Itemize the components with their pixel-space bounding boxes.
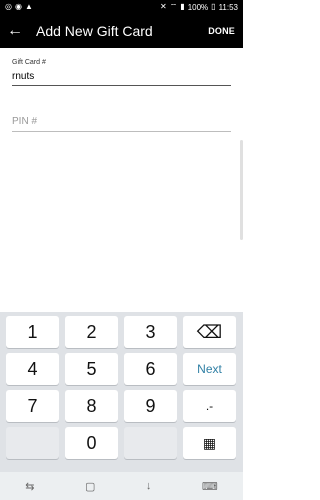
key-3[interactable]: 3: [124, 316, 177, 348]
keyboard-hide-icon[interactable]: ⌨: [202, 480, 218, 493]
blank-key-right[interactable]: [124, 427, 177, 459]
alert-icon: ◉: [14, 2, 22, 11]
key-4[interactable]: 4: [6, 353, 59, 385]
next-key[interactable]: Next: [183, 353, 236, 385]
wifi-icon: ⌔: [169, 2, 178, 11]
back-arrow-icon[interactable]: ←: [0, 14, 30, 48]
home-icon[interactable]: ▢: [85, 480, 95, 493]
keyboard-icon: ▦: [202, 434, 217, 451]
signal-icon: ▮: [180, 2, 185, 11]
warning-icon: ▲: [24, 2, 33, 11]
page-title: Add New Gift Card: [36, 23, 153, 39]
key-6[interactable]: 6: [124, 353, 177, 385]
gift-card-field[interactable]: Gift Card # rnuts: [12, 59, 231, 86]
keyboard-settings-key[interactable]: ▦: [183, 427, 236, 459]
dot-dash-key[interactable]: .-: [183, 390, 236, 422]
pin-field[interactable]: PIN #: [12, 116, 231, 132]
clock: 11:53: [218, 2, 238, 12]
key-9[interactable]: 9: [124, 390, 177, 422]
nav-bar: ⇆ ▢ ↓ ⌨: [0, 472, 243, 500]
key-7[interactable]: 7: [6, 390, 59, 422]
battery-icon: ▯: [211, 2, 216, 11]
key-0[interactable]: 0: [65, 427, 118, 459]
key-5[interactable]: 5: [65, 353, 118, 385]
key-1[interactable]: 1: [6, 316, 59, 348]
key-8[interactable]: 8: [65, 390, 118, 422]
numeric-keyboard: 1 2 3 ⌫ 4 5 6 Next 7 8 9 .- 0 ▦: [0, 312, 243, 472]
whatsapp-icon: ◎: [5, 2, 12, 11]
status-left: ◎ ◉ ▲: [5, 3, 33, 11]
gift-card-input[interactable]: rnuts: [12, 71, 231, 82]
recent-apps-icon[interactable]: ⇆: [25, 480, 34, 493]
back-icon[interactable]: ↓: [146, 480, 152, 492]
gift-card-underline: [12, 85, 231, 86]
battery-percent: 100%: [187, 2, 209, 12]
done-button[interactable]: DONE: [208, 26, 243, 36]
backspace-key[interactable]: ⌫: [183, 316, 236, 348]
gift-card-label: Gift Card #: [12, 59, 46, 66]
status-bar: ◎ ◉ ▲ ✕ ⌔ ▮ 100% ▯ 11:53: [0, 0, 243, 14]
scroll-handle[interactable]: [240, 140, 243, 240]
status-right: ✕ ⌔ ▮ 100% ▯ 11:53: [160, 3, 238, 12]
backspace-icon: ⌫: [196, 321, 223, 342]
blank-key-left[interactable]: [6, 427, 59, 459]
pin-input[interactable]: PIN #: [12, 116, 231, 127]
pin-underline: [12, 131, 231, 132]
key-2[interactable]: 2: [65, 316, 118, 348]
mute-icon: ✕: [160, 2, 167, 11]
app-bar: ← Add New Gift Card DONE: [0, 14, 243, 48]
